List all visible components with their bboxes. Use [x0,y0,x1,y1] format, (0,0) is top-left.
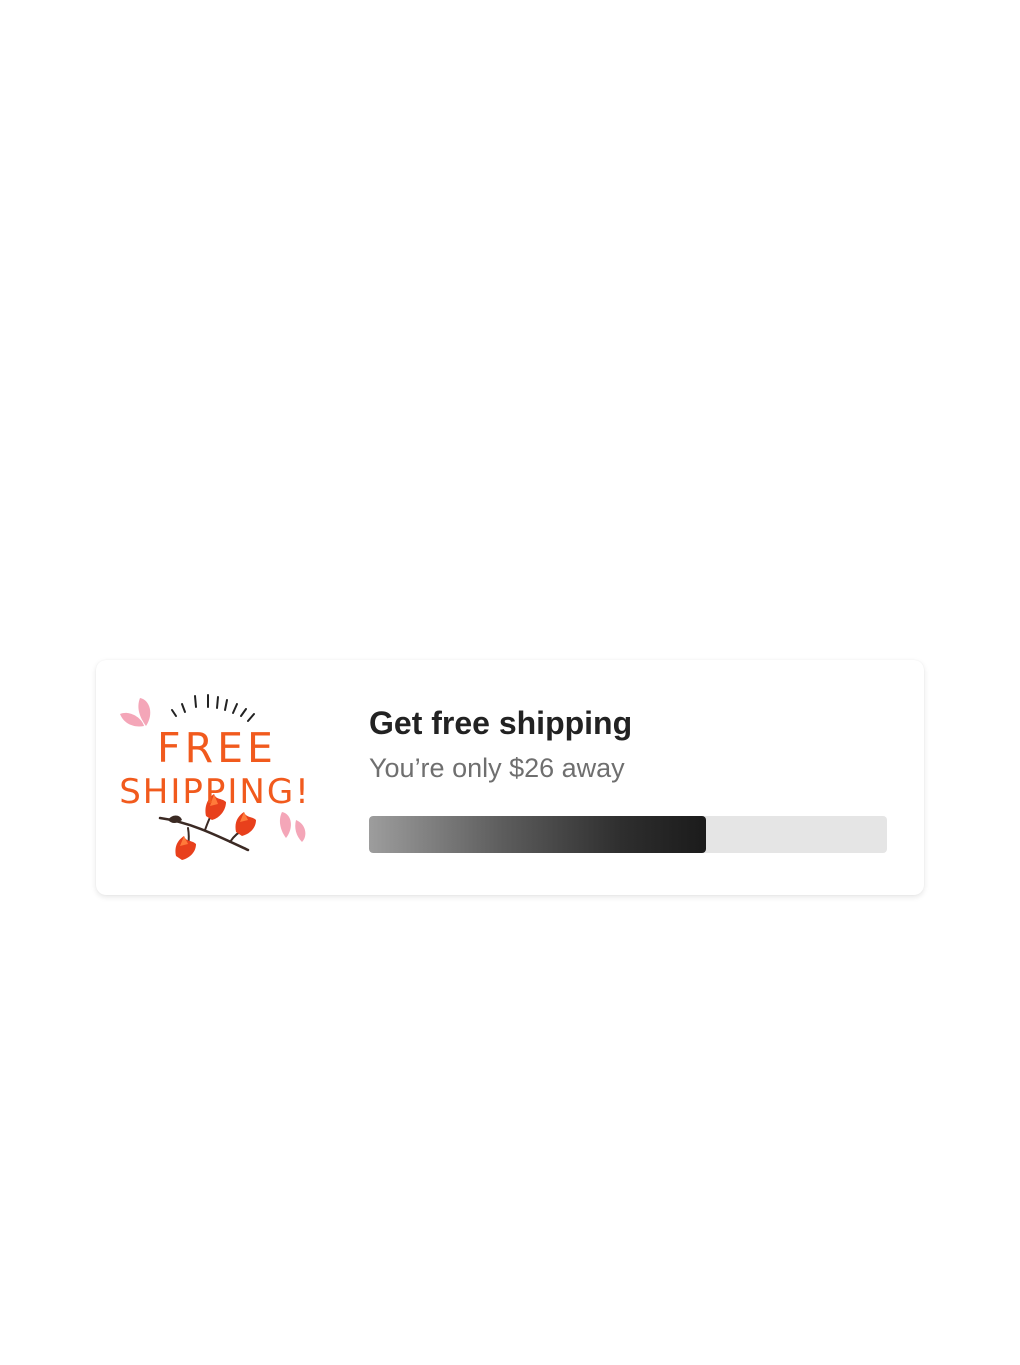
promo-title: Get free shipping [369,705,633,741]
shipping-progress-fill [369,816,706,853]
badge-shipping-text: SHIPPING! [119,772,311,812]
free-shipping-badge: FREE SHIPPING! [110,690,320,875]
promo-text: Get free shipping You’re only $26 away [369,704,889,785]
sunburst-icon [171,694,255,722]
free-shipping-card: FREE SHIPPING! Get free shipping You’re … [96,660,924,895]
shipping-progress-track [369,816,887,853]
badge-free-text: FREE [157,724,277,772]
promo-subtitle: You’re only $26 away [369,753,625,784]
